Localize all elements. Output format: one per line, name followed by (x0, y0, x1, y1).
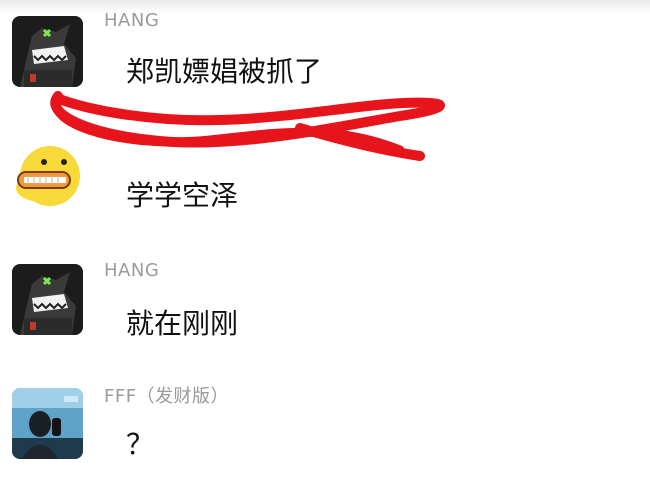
shark-avatar-icon[interactable] (12, 16, 83, 87)
sender-name: HANG (104, 10, 160, 31)
chat-message: HANG 就在刚刚 (0, 250, 650, 370)
message-bubble[interactable]: 学学空泽 (104, 167, 261, 225)
photo-person-avatar-icon[interactable] (12, 388, 83, 459)
yellow-duck-avatar-icon[interactable] (12, 140, 83, 211)
message-bubble[interactable]: ？ (104, 416, 177, 474)
chat-message-list[interactable]: HANG 郑凯嫖娼被抓了 学学空泽 HANG 就在刚刚 FFF（发财版） ？ (0, 0, 650, 489)
sender-name: HANG (104, 260, 160, 281)
chat-message: HANG 郑凯嫖娼被抓了 (0, 0, 650, 120)
message-bubble[interactable]: 就在刚刚 (104, 295, 261, 353)
message-bubble[interactable]: 郑凯嫖娼被抓了 (104, 43, 345, 101)
sender-name: FFF（发财版） (104, 386, 230, 407)
chat-message: FFF（发财版） ？ (0, 370, 650, 489)
shark-avatar-icon[interactable] (12, 264, 83, 335)
chat-message: 学学空泽 (0, 120, 650, 250)
